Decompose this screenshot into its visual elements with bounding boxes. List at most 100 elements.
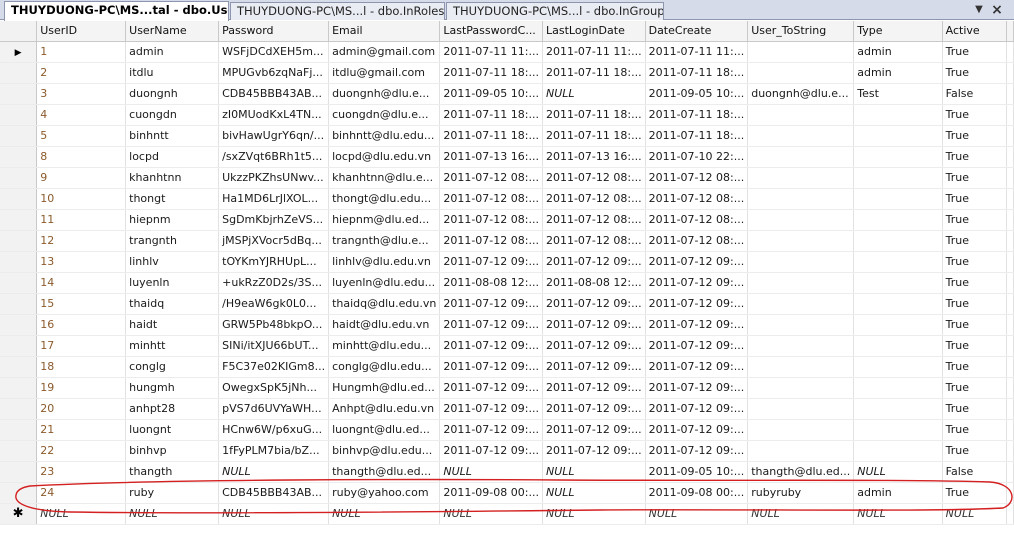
cell-userid[interactable]: 24	[36, 482, 127, 504]
cell-email[interactable]: minhtt@dlu.edu...	[328, 335, 441, 357]
cell-password[interactable]: zI0MUodKxL4TN...	[218, 104, 330, 126]
cell-email[interactable]: binhntt@dlu.edu...	[328, 125, 441, 147]
table-row[interactable]: 18 conglg F5C37e02KIGm8... conglg@dlu.edu..…	[0, 356, 1014, 378]
cell-lastlogindate[interactable]: 2011-07-12 08:...	[542, 209, 646, 231]
cell-userid[interactable]: 14	[36, 272, 127, 294]
cell-user-tostring[interactable]	[747, 251, 855, 273]
column-header-active[interactable]: Active	[942, 21, 1008, 42]
cell-active[interactable]: True	[942, 293, 1008, 315]
cell-password[interactable]: SINi/itXJU66bUT...	[218, 335, 330, 357]
cell-datecreate[interactable]: NULL	[645, 503, 749, 525]
cell-userid[interactable]: 19	[36, 377, 127, 399]
table-row[interactable]: 11 hiepnm SgDmKbjrhZeVS... hiepnm@dlu.ed...…	[0, 209, 1014, 231]
cell-type[interactable]	[853, 230, 943, 252]
cell-user-tostring[interactable]	[747, 41, 855, 63]
row-selector[interactable]	[0, 272, 38, 294]
row-selector[interactable]	[0, 251, 38, 273]
cell-type[interactable]	[853, 146, 943, 168]
cell-datecreate[interactable]: 2011-09-05 10:...	[645, 461, 749, 483]
cell-username[interactable]: trangnth	[125, 230, 220, 252]
cell-user-tostring[interactable]	[747, 356, 855, 378]
cell-lastpasswordchanged[interactable]: 2011-07-11 18:...	[439, 125, 543, 147]
column-header-lastpasswordchanged[interactable]: LastPasswordC...	[439, 21, 543, 42]
cell-email[interactable]: NULL	[328, 503, 441, 525]
cell-user-tostring[interactable]: thangth@dlu.ed...	[747, 461, 855, 483]
cell-type[interactable]	[853, 272, 943, 294]
cell-password[interactable]: 1fFyPLM7bia/bZ...	[218, 440, 330, 462]
cell-username[interactable]: binhntt	[125, 125, 220, 147]
cell-userid[interactable]: 9	[36, 167, 127, 189]
cell-userid[interactable]: 18	[36, 356, 127, 378]
cell-lastlogindate[interactable]: 2011-07-12 08:...	[542, 188, 646, 210]
cell-datecreate[interactable]: 2011-07-12 09:...	[645, 272, 749, 294]
row-selector[interactable]	[0, 314, 38, 336]
cell-active[interactable]: True	[942, 146, 1008, 168]
cell-datecreate[interactable]: 2011-07-12 09:...	[645, 377, 749, 399]
cell-datecreate[interactable]: 2011-09-05 10:...	[645, 83, 749, 105]
cell-email[interactable]: thongt@dlu.edu...	[328, 188, 441, 210]
table-row[interactable]: 10 thongt Ha1MD6LrJlXOL... thongt@dlu.edu..…	[0, 188, 1014, 210]
cell-lastlogindate[interactable]: 2011-07-12 09:...	[542, 356, 646, 378]
cell-lastpasswordchanged[interactable]: 2011-07-11 18:...	[439, 62, 543, 84]
cell-lastlogindate[interactable]: 2011-07-12 09:...	[542, 440, 646, 462]
tab-dbo-users[interactable]: THUYDUONG-PC\MS...tal - dbo.Users	[4, 1, 229, 21]
cell-active[interactable]: True	[942, 482, 1008, 504]
cell-password[interactable]: UkzzPKZhsUNwv...	[218, 167, 330, 189]
cell-lastpasswordchanged[interactable]: 2011-07-12 09:...	[439, 293, 543, 315]
cell-datecreate[interactable]: 2011-07-11 11:...	[645, 41, 749, 63]
cell-lastpasswordchanged[interactable]: 2011-07-12 08:...	[439, 188, 543, 210]
cell-userid[interactable]: 23	[36, 461, 127, 483]
row-selector[interactable]	[0, 83, 38, 105]
table-row[interactable]: 8 locpd/sxZVqt6BRh1t5... locpd@dlu.edu.vn 2…	[0, 146, 1014, 168]
cell-email[interactable]: thaidq@dlu.edu.vn	[328, 293, 441, 315]
cell-type[interactable]: NULL	[853, 461, 943, 483]
cell-datecreate[interactable]: 2011-07-12 09:...	[645, 440, 749, 462]
cell-lastpasswordchanged[interactable]: NULL	[439, 503, 543, 525]
cell-type[interactable]	[853, 440, 943, 462]
row-selector[interactable]	[0, 356, 38, 378]
cell-type[interactable]	[853, 167, 943, 189]
cell-user-tostring[interactable]	[747, 272, 855, 294]
cell-username[interactable]: luongnt	[125, 419, 220, 441]
cell-lastlogindate[interactable]: NULL	[542, 503, 646, 525]
cell-lastlogindate[interactable]: 2011-07-12 08:...	[542, 230, 646, 252]
cell-type[interactable]	[853, 251, 943, 273]
cell-type[interactable]	[853, 335, 943, 357]
cell-datecreate[interactable]: 2011-07-12 08:...	[645, 167, 749, 189]
cell-email[interactable]: Hungmh@dlu.ed...	[328, 377, 441, 399]
cell-user-tostring[interactable]	[747, 419, 855, 441]
cell-password[interactable]: OwegxSpK5jNh...	[218, 377, 330, 399]
cell-lastlogindate[interactable]: NULL	[542, 482, 646, 504]
cell-active[interactable]: True	[942, 209, 1008, 231]
cell-type[interactable]: admin	[853, 62, 943, 84]
cell-user-tostring[interactable]	[747, 335, 855, 357]
row-selector[interactable]: ▶	[0, 41, 38, 63]
cell-datecreate[interactable]: 2011-07-12 08:...	[645, 188, 749, 210]
table-row[interactable]: ▶ 1 admin WSFjDCdXEH5m... admin@gmail.com 201…	[0, 41, 1014, 63]
cell-userid[interactable]: 22	[36, 440, 127, 462]
cell-user-tostring[interactable]	[747, 398, 855, 420]
row-selector[interactable]	[0, 125, 38, 147]
cell-username[interactable]: locpd	[125, 146, 220, 168]
row-selector[interactable]	[0, 398, 38, 420]
cell-active[interactable]: True	[942, 251, 1008, 273]
cell-email[interactable]: locpd@dlu.edu.vn	[328, 146, 441, 168]
table-row[interactable]: 16 haidt GRW5Pb48bkpO... haidt@dlu.edu.vn 20…	[0, 314, 1014, 336]
cell-datecreate[interactable]: 2011-07-12 09:...	[645, 356, 749, 378]
cell-type[interactable]	[853, 209, 943, 231]
cell-active[interactable]: True	[942, 314, 1008, 336]
cell-lastpasswordchanged[interactable]: 2011-07-12 09:...	[439, 314, 543, 336]
cell-lastpasswordchanged[interactable]: 2011-07-11 11:...	[439, 41, 543, 63]
cell-username[interactable]: thaidq	[125, 293, 220, 315]
cell-datecreate[interactable]: 2011-07-12 09:...	[645, 293, 749, 315]
cell-password[interactable]: tOYKmYJRHUpL...	[218, 251, 330, 273]
cell-user-tostring[interactable]	[747, 377, 855, 399]
cell-password[interactable]: GRW5Pb48bkpO...	[218, 314, 330, 336]
cell-datecreate[interactable]: 2011-07-12 09:...	[645, 335, 749, 357]
cell-lastlogindate[interactable]: 2011-07-12 09:...	[542, 293, 646, 315]
row-selector[interactable]	[0, 62, 38, 84]
cell-lastpasswordchanged[interactable]: 2011-09-05 10:...	[439, 83, 543, 105]
table-row[interactable]: 2 itdlu MPUGvb6zqNaFj... itdlu@gmail.com 201…	[0, 62, 1014, 84]
column-header-userid[interactable]: UserID	[36, 21, 127, 42]
cell-userid[interactable]: 13	[36, 251, 127, 273]
